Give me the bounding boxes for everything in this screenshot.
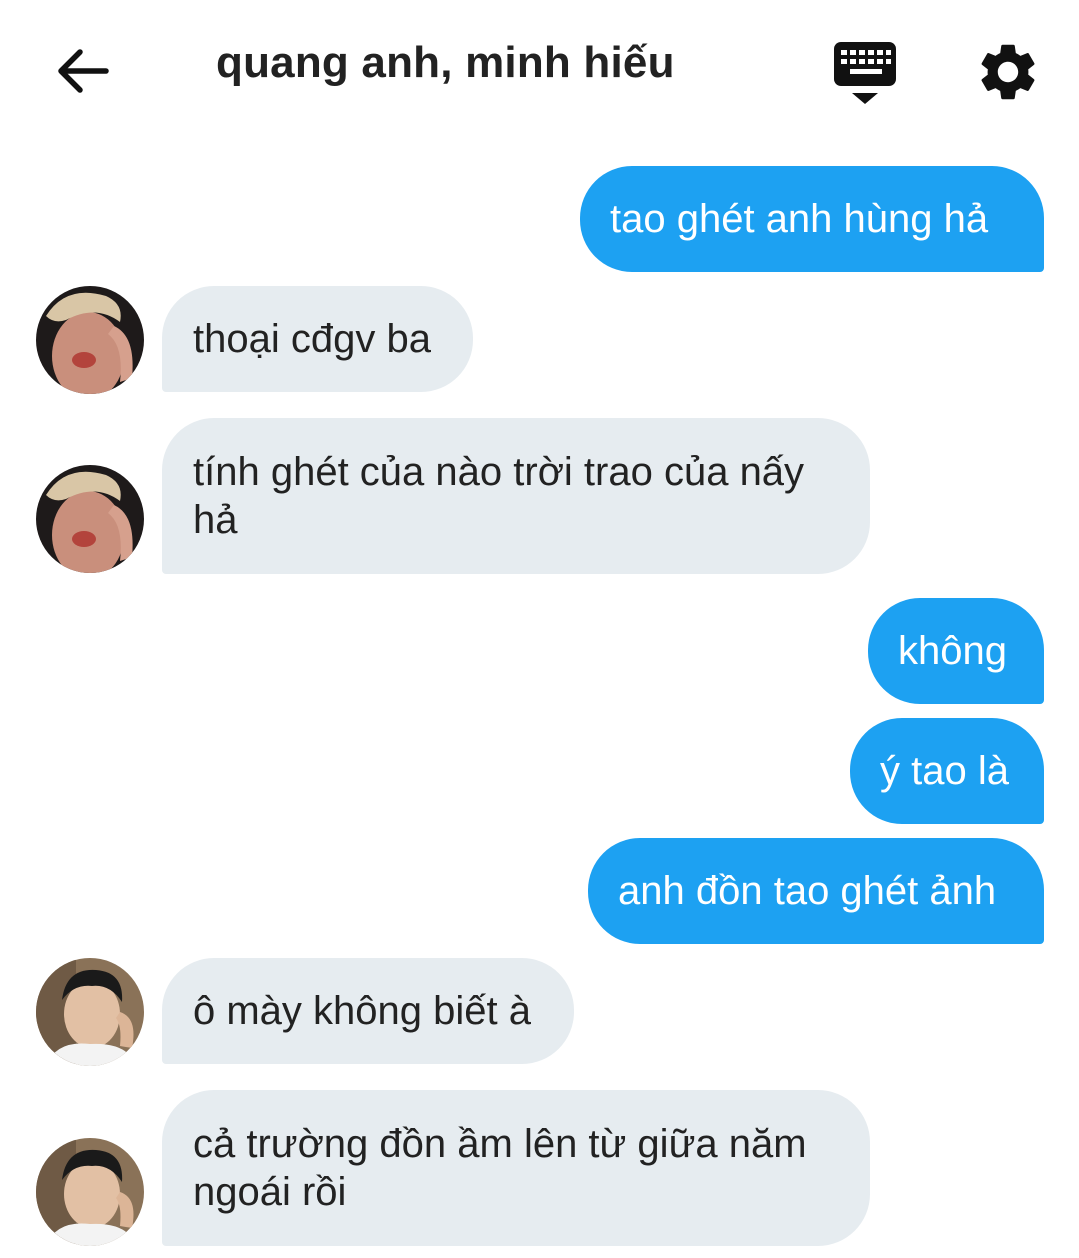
received-message-bubble[interactable]: thoại cđgv ba: [162, 286, 473, 392]
message-text: ô mày không biết à: [193, 989, 531, 1033]
message-text: ý tao là: [880, 749, 1009, 793]
message-text: thoại cđgv ba: [193, 317, 431, 361]
message-text: cả trường đồn ầm lên từ giữa năm ngoái r…: [193, 1122, 818, 1214]
user-photo-icon: [36, 465, 144, 573]
keyboard-hide-icon: [834, 42, 896, 104]
avatar[interactable]: [36, 958, 144, 1066]
message-text: tao ghét anh hùng hả: [610, 197, 989, 241]
sent-message-bubble[interactable]: anh đồn tao ghét ảnh: [588, 838, 1044, 944]
sent-message-bubble[interactable]: tao ghét anh hùng hả: [580, 166, 1044, 272]
user-photo-icon: [36, 1138, 144, 1246]
received-message-bubble[interactable]: cả trường đồn ầm lên từ giữa năm ngoái r…: [162, 1090, 870, 1246]
sent-message-bubble[interactable]: ý tao là: [850, 718, 1044, 824]
received-message-bubble[interactable]: ô mày không biết à: [162, 958, 574, 1064]
message-text: tính ghét của nào trời trao của nấy hả: [193, 450, 816, 542]
received-message-bubble[interactable]: tính ghét của nào trời trao của nấy hả: [162, 418, 870, 574]
arrow-left-icon: [58, 49, 109, 93]
hide-keyboard-button[interactable]: [830, 40, 900, 106]
user-photo-icon: [36, 286, 144, 394]
back-button[interactable]: [50, 40, 118, 102]
gear-icon: [981, 44, 1035, 100]
avatar[interactable]: [36, 286, 144, 394]
conversation-title: quang anh, minh hiếu: [216, 38, 675, 87]
avatar[interactable]: [36, 465, 144, 573]
message-text: anh đồn tao ghét ảnh: [618, 869, 997, 913]
chat-header: quang anh, minh hiếu: [0, 0, 1079, 140]
settings-button[interactable]: [974, 38, 1042, 106]
sent-message-bubble[interactable]: không: [868, 598, 1044, 704]
avatar[interactable]: [36, 1138, 144, 1246]
message-text: không: [898, 629, 1007, 673]
user-photo-icon: [36, 958, 144, 1066]
